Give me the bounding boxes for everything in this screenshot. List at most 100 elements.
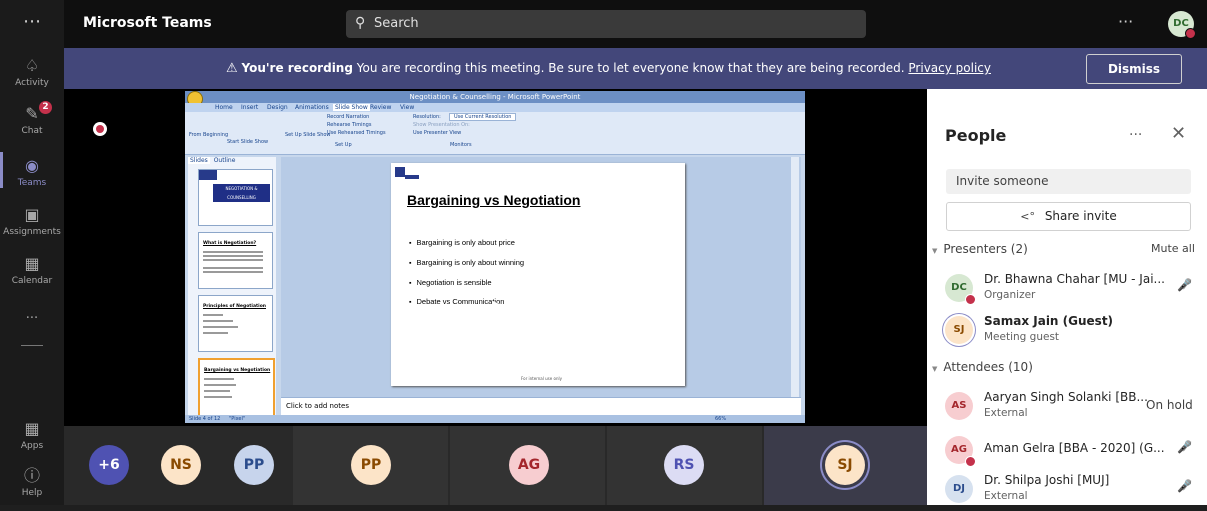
rail-item-label: Activity [15,78,49,88]
slide-corner-decoration [395,167,405,177]
presenters-label: Presenters (2) [943,242,1028,256]
rail-item-label: Chat [21,126,43,136]
overflow-participants-avatar[interactable]: +6 [89,445,129,485]
mute-all-button[interactable]: Mute all [1151,242,1195,255]
ppt-tab[interactable]: Insert [241,104,258,111]
chat-badge: 2 [39,101,52,114]
ppt-tab[interactable]: Animations [295,104,329,111]
person-role: Meeting guest [984,331,1060,343]
slide-bullet: Bargaining is only about price [409,238,514,247]
slide-thumbnail[interactable]: What is Negotiation? [198,232,273,289]
search-placeholder: Search [374,16,419,31]
ppt-show-on-label: Show Presentation On: [413,122,470,128]
chevron-down-icon: ▼ [932,365,938,373]
busy-status-dot [965,456,976,467]
ppt-resolution-label: Resolution: [413,114,441,120]
invite-someone-input[interactable]: Invite someone [946,169,1191,194]
meeting-stage: Negotiation & Counselling - Microsoft Po… [64,89,927,426]
rail-item-apps[interactable]: ▦ Apps [0,419,64,451]
bell-icon: ♤ [24,56,40,75]
ppt-presenter-view-checkbox[interactable]: Use Presenter View [413,130,461,136]
thumb-title: What is Negotiation? [203,241,257,246]
settings-more-button[interactable]: ··· [1118,12,1133,31]
person-name: Dr. Shilpa Joshi [MUJ] [984,473,1110,487]
mic-muted-icon: 🎤̸ [1177,479,1192,493]
user-avatar[interactable]: DC [1168,11,1196,39]
slide-thumbnail[interactable]: NEGOTIATION & COUNSELLING [198,169,273,226]
busy-status-dot [1185,28,1196,39]
presenter-row[interactable]: DC Dr. Bhawna Chahar [MU - Jai... Organi… [945,272,1200,310]
ppt-tab[interactable]: Home [215,104,233,111]
slide-thumbnail-selected[interactable]: Bargaining vs Negotiation [198,358,275,417]
ppt-outline-tab[interactable]: Outline [212,157,238,164]
ppt-slide-counter: Slide 4 of 12 [189,416,221,422]
participant-avatar: RS [664,445,704,485]
ppt-record-narration[interactable]: Record Narration [327,114,369,120]
busy-status-dot [965,294,976,305]
recording-label: You're recording [241,61,353,75]
panel-title: People [945,126,1007,145]
avatar: SJ [945,316,973,344]
ppt-notes-placeholder: Click to add notes [286,402,349,410]
slide-title: Bargaining vs Negotiation [407,192,581,208]
ppt-vertical-scrollbar[interactable] [791,157,799,397]
people-panel: People ··· ✕ Invite someone <° Share inv… [927,89,1207,505]
rail-item-activity[interactable]: ♤ Activity [0,56,64,88]
attendee-row[interactable]: AS Aaryan Singh Solanki [BB... External … [945,390,1200,428]
panel-more-button[interactable]: ··· [1129,127,1142,143]
attendees-section-header[interactable]: ▼ Attendees (10) [932,360,1033,374]
ppt-use-rehearsed-timings[interactable]: Use Rehearsed Timings [327,130,386,136]
slide-bullet: Negotiation is sensible [409,278,491,287]
rail-item-teams[interactable]: ◉ Teams [0,152,64,188]
rail-item-assignments[interactable]: ▣ Assignments [0,205,64,237]
rail-item-help[interactable]: ⓘ Help [0,466,64,498]
rail-item-chat[interactable]: ✎ 2 Chat [0,101,64,136]
attendee-row[interactable]: AG Aman Gelra [BBA - 2020] (G... 🎤̸ [945,434,1200,472]
participant-tile-group[interactable]: +6 NS PP [64,426,292,505]
ppt-ribbon: From Beginning Start Slide Show Set Up S… [185,112,805,155]
ppt-tab[interactable]: Design [267,104,288,111]
thumb-title: NEGOTIATION & COUNSELLING [213,184,270,202]
ppt-rehearse-timings[interactable]: Rehearse Timings [327,122,371,128]
participant-avatar[interactable]: PP [234,445,274,485]
ppt-slides-pane: Slides Outline NEGOTIATION & COUNSELLING… [188,157,276,419]
user-initials: DC [1173,18,1189,29]
rail-item-label: Apps [20,441,44,451]
presenters-section-header[interactable]: ▼ Presenters (2) [932,242,1028,256]
dismiss-button[interactable]: Dismiss [1086,54,1182,84]
ppt-notes-field[interactable]: Click to add notes [281,397,801,415]
more-apps-button[interactable]: ··· [0,311,64,326]
recording-indicator-icon [93,122,107,136]
recording-banner-text: ⚠ You're recording You are recording thi… [226,61,991,76]
apps-grid-icon[interactable]: ⋯ [0,12,64,34]
participant-tile-speaking[interactable]: SJ [764,426,927,505]
participant-tile[interactable]: RS [607,426,762,505]
ppt-slides-tab[interactable]: Slides [188,157,210,164]
search-input[interactable]: ⚲ Search [346,10,866,38]
privacy-policy-link[interactable]: Privacy policy [908,61,991,75]
assignments-icon: ▣ [24,205,40,224]
share-icon: <° [1020,210,1035,223]
thumb-title: Bargaining vs Negotiation [204,368,271,373]
share-invite-button[interactable]: <° Share invite [946,202,1191,231]
participant-tile[interactable]: AG [450,426,605,505]
ppt-tab-active[interactable]: Slide Show [333,104,370,111]
close-icon[interactable]: ✕ [1171,123,1186,144]
participant-avatar[interactable]: NS [161,445,201,485]
ppt-setup-slideshow-button[interactable]: Set Up Slide Show [285,132,331,138]
attendees-label: Attendees (10) [943,360,1033,374]
slide-thumbnail[interactable]: Principles of Negotiation [198,295,273,352]
ppt-resolution-select[interactable]: Use Current Resolution [449,113,517,121]
rail-item-calendar[interactable]: ▦ Calendar [0,254,64,286]
presenter-row[interactable]: SJ Samax Jain (Guest) Meeting guest [945,314,1200,352]
ppt-tab[interactable]: View [400,104,414,111]
mouse-cursor-icon: ▶ [492,299,500,310]
participant-tile[interactable]: PP [293,426,448,505]
ppt-zoom-level[interactable]: 66% [715,416,726,422]
attendee-row[interactable]: DJ Dr. Shilpa Joshi [MUJ] External 🎤̸ [945,473,1200,511]
ppt-from-beginning-button[interactable]: From Beginning [189,132,228,138]
person-role: External [984,490,1028,502]
ppt-tab[interactable]: Review [370,104,391,111]
ppt-monitors-group: Monitors [450,142,472,148]
warning-icon: ⚠ [226,61,238,76]
